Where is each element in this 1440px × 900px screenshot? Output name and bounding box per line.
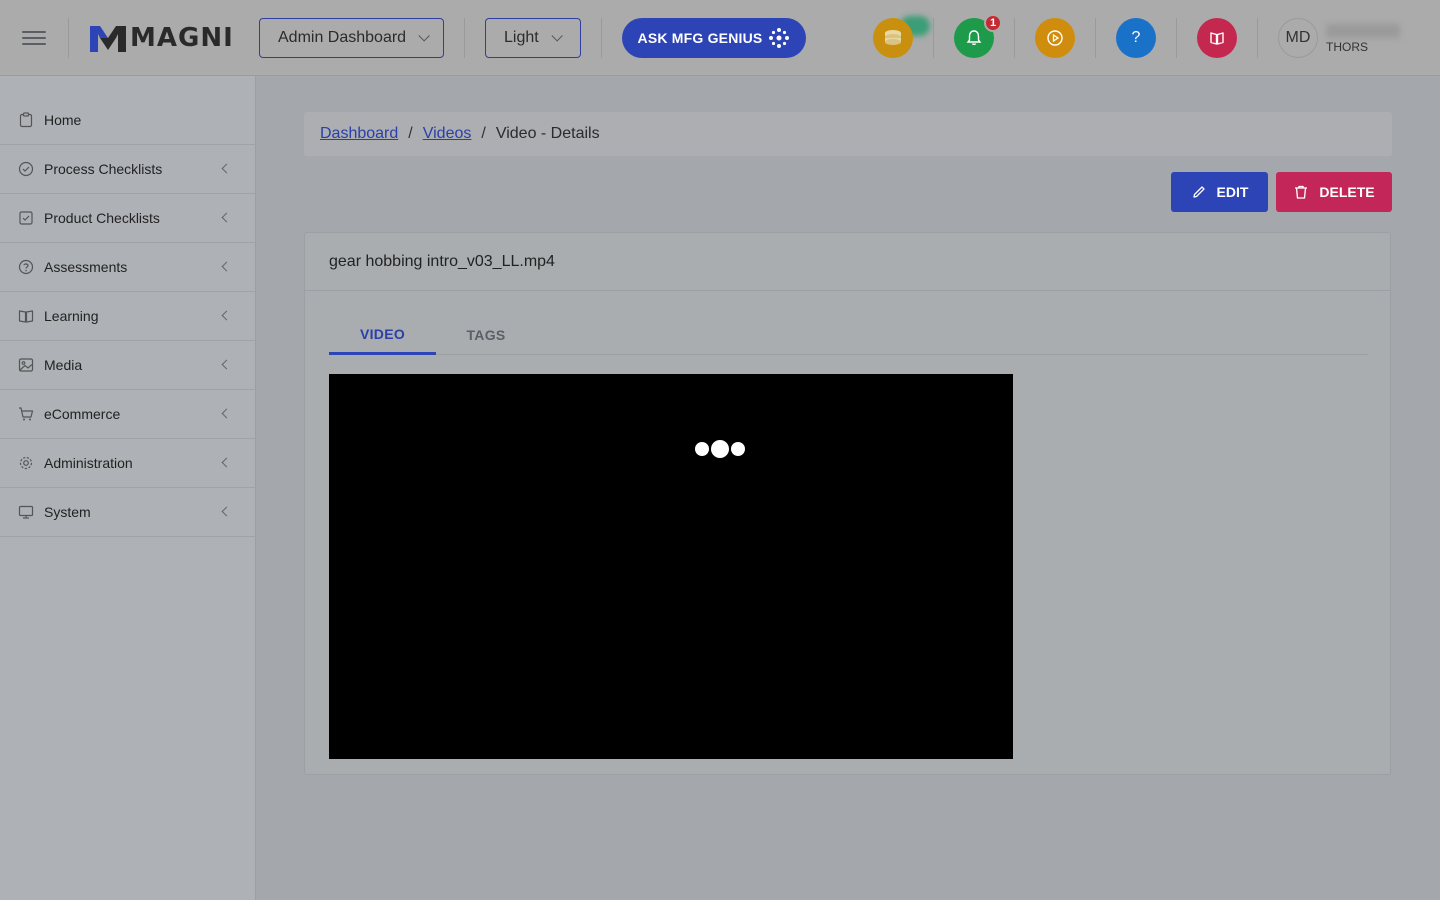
top-header: MAGNI Admin Dashboard Light ASK MFG GENI… bbox=[0, 0, 1440, 76]
videos-button[interactable] bbox=[1035, 18, 1075, 58]
sidebar-item-assessments[interactable]: Assessments bbox=[0, 243, 256, 292]
question-circle-icon bbox=[18, 259, 34, 275]
sidebar-item-learning[interactable]: Learning bbox=[0, 292, 256, 341]
check-circle-icon bbox=[18, 161, 34, 177]
book-icon bbox=[18, 308, 34, 324]
sidebar: Home Process Checklists Product Checklis… bbox=[0, 76, 256, 900]
card-divider bbox=[305, 290, 1390, 291]
dashboard-select[interactable]: Admin Dashboard bbox=[259, 18, 444, 58]
magni-logo-mark-icon bbox=[90, 26, 126, 52]
sidebar-item-ecommerce[interactable]: eCommerce bbox=[0, 390, 256, 439]
chevron-left-icon bbox=[221, 212, 232, 223]
tab-tags[interactable]: TAGS bbox=[436, 315, 536, 355]
header-divider bbox=[601, 18, 602, 58]
sidebar-item-media[interactable]: Media bbox=[0, 341, 256, 390]
help-button[interactable]: ? bbox=[1116, 18, 1156, 58]
dashboard-select-label: Admin Dashboard bbox=[278, 29, 407, 46]
sidebar-item-label: Assessments bbox=[44, 259, 128, 275]
chevron-left-icon bbox=[221, 506, 232, 517]
chevron-left-icon bbox=[221, 359, 232, 370]
bell-icon bbox=[966, 30, 982, 45]
chevron-down-icon bbox=[551, 30, 563, 42]
chevron-left-icon bbox=[221, 457, 232, 468]
check-square-icon bbox=[18, 210, 34, 226]
sidebar-item-label: Product Checklists bbox=[44, 210, 160, 226]
header-divider bbox=[1176, 18, 1177, 58]
user-name bbox=[1326, 24, 1400, 38]
sidebar-item-home[interactable]: Home bbox=[0, 96, 256, 145]
clipboard-icon bbox=[18, 112, 34, 128]
pencil-icon bbox=[1192, 186, 1205, 198]
ask-button-label: ASK MFG GENIUS bbox=[637, 30, 763, 46]
logo-text: MAGNI bbox=[130, 23, 234, 53]
cart-icon bbox=[18, 406, 34, 422]
logo[interactable]: MAGNI bbox=[90, 22, 234, 54]
sidebar-item-administration[interactable]: Administration bbox=[0, 439, 256, 488]
sidebar-item-label: eCommerce bbox=[44, 406, 121, 422]
sidebar-item-label: Process Checklists bbox=[44, 161, 163, 177]
sidebar-item-process-checklists[interactable]: Process Checklists bbox=[0, 145, 256, 194]
breadcrumb-link-videos[interactable]: Videos bbox=[423, 125, 472, 143]
menu-toggle-icon[interactable] bbox=[22, 27, 46, 49]
tab-bar: VIDEO TAGS bbox=[329, 315, 1368, 355]
video-title: gear hobbing intro_v03_LL.mp4 bbox=[329, 253, 555, 270]
avatar-initials: MD bbox=[1285, 29, 1311, 46]
loading-spinner-icon bbox=[695, 440, 747, 458]
ask-mfg-genius-button[interactable]: ASK MFG GENIUS bbox=[622, 18, 806, 58]
delete-button-label: DELETE bbox=[1319, 184, 1375, 200]
breadcrumb-separator: / bbox=[408, 125, 413, 142]
book-button[interactable] bbox=[1197, 18, 1237, 58]
image-icon bbox=[18, 357, 34, 373]
edit-button-label: EDIT bbox=[1216, 184, 1249, 200]
breadcrumb-link-dashboard[interactable]: Dashboard bbox=[320, 125, 398, 143]
gear-icon bbox=[18, 455, 34, 471]
sparkle-icon bbox=[769, 28, 790, 48]
question-mark-icon: ? bbox=[1131, 29, 1141, 46]
chevron-left-icon bbox=[221, 163, 232, 174]
sidebar-item-label: Home bbox=[44, 112, 82, 128]
chevron-left-icon bbox=[221, 408, 232, 419]
sidebar-item-label: Administration bbox=[44, 455, 133, 471]
header-divider bbox=[933, 18, 934, 58]
breadcrumb-separator: / bbox=[481, 125, 486, 142]
notification-badge: 1 bbox=[984, 14, 1002, 32]
header-divider bbox=[68, 18, 69, 58]
header-divider bbox=[1014, 18, 1015, 58]
header-divider bbox=[1257, 18, 1258, 58]
book-open-icon bbox=[1210, 32, 1224, 45]
theme-select[interactable]: Light bbox=[485, 18, 581, 58]
user-org: THORS bbox=[1326, 40, 1368, 54]
sidebar-item-system[interactable]: System bbox=[0, 488, 256, 537]
sidebar-item-label: System bbox=[44, 504, 91, 520]
theme-select-label: Light bbox=[504, 29, 539, 46]
chevron-left-icon bbox=[221, 261, 232, 272]
header-divider bbox=[464, 18, 465, 58]
header-divider bbox=[1095, 18, 1096, 58]
video-player[interactable] bbox=[329, 374, 1013, 759]
sidebar-item-label: Media bbox=[44, 357, 83, 373]
sidebar-item-label: Learning bbox=[44, 308, 99, 324]
play-circle-icon bbox=[1047, 30, 1063, 46]
breadcrumb: Dashboard / Videos / Video - Details bbox=[304, 112, 1392, 156]
breadcrumb-current: Video - Details bbox=[495, 125, 600, 142]
chevron-down-icon bbox=[418, 30, 430, 42]
edit-button[interactable]: EDIT bbox=[1171, 172, 1268, 212]
tab-video[interactable]: VIDEO bbox=[329, 315, 436, 355]
trash-icon bbox=[1295, 185, 1308, 199]
video-details-card: gear hobbing intro_v03_LL.mp4 VIDEO TAGS bbox=[304, 232, 1391, 775]
coins-button[interactable] bbox=[873, 18, 913, 58]
chevron-left-icon bbox=[221, 310, 232, 321]
monitor-icon bbox=[18, 504, 34, 520]
coins-icon bbox=[885, 30, 901, 45]
notifications-button[interactable]: 1 bbox=[954, 14, 1002, 58]
sidebar-item-product-checklists[interactable]: Product Checklists bbox=[0, 194, 256, 243]
avatar[interactable]: MD bbox=[1278, 18, 1318, 58]
delete-button[interactable]: DELETE bbox=[1276, 172, 1392, 212]
